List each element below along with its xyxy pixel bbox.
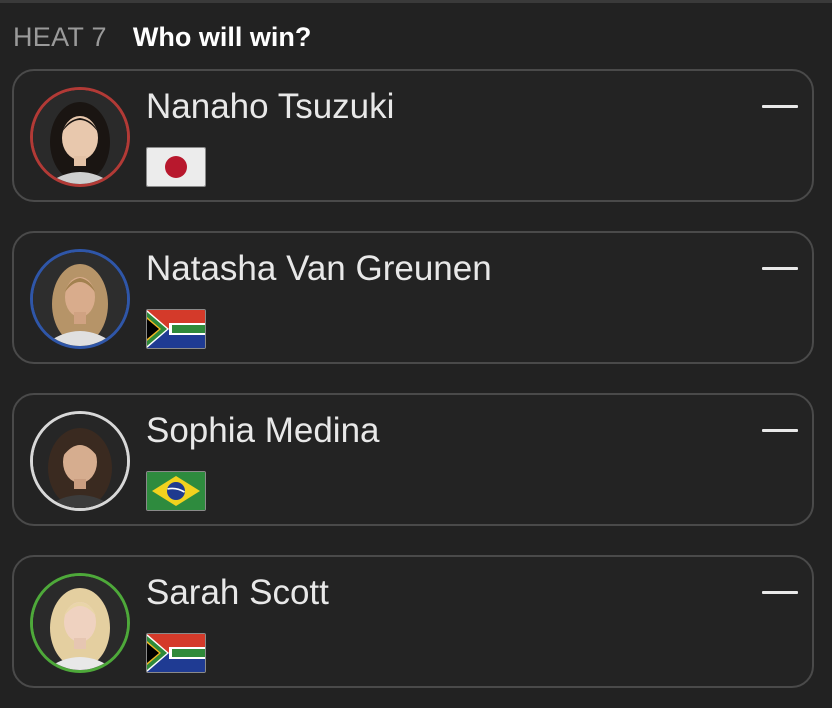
minus-icon[interactable] [762,429,798,432]
surfer-name: Sarah Scott [146,573,329,612]
heat-question: Who will win? [132,21,312,52]
minus-icon[interactable] [762,591,798,594]
avatar [30,249,130,349]
south-africa-flag-icon [146,633,206,673]
heat-header: HEAT 7 Who will win? [13,21,311,53]
surfer-card-sophia-medina[interactable]: Sophia Medina [12,393,814,526]
south-africa-flag-icon [146,309,206,349]
minus-icon[interactable] [762,267,798,270]
top-divider [0,0,832,3]
surfer-name: Nanaho Tsuzuki [146,87,395,126]
heat-label: HEAT 7 [13,21,107,52]
surfer-card-sarah-scott[interactable]: Sarah Scott [12,555,814,688]
japan-flag-icon [146,147,206,187]
surfer-card-natasha-van-greunen[interactable]: Natasha Van Greunen [12,231,814,364]
brazil-flag-icon [146,471,206,511]
surfer-name: Natasha Van Greunen [146,249,492,288]
avatar [30,573,130,673]
avatar [30,411,130,511]
minus-icon[interactable] [762,105,798,108]
surfer-name: Sophia Medina [146,411,380,450]
surfer-card-nanaho-tsuzuki[interactable]: Nanaho Tsuzuki [12,69,814,202]
avatar [30,87,130,187]
